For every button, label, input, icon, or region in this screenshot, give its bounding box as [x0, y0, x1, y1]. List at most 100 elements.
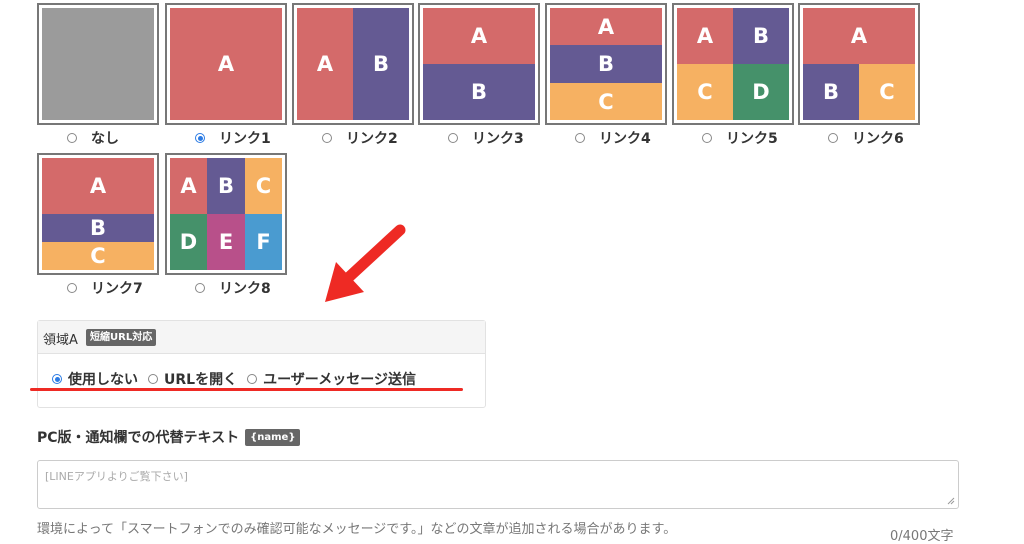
layout-option-none[interactable]: なし: [37, 130, 167, 147]
red-arrow-icon: [325, 224, 406, 302]
radio-icon[interactable]: [195, 283, 205, 293]
layout-thumb-link8[interactable]: A B C D E F: [165, 153, 287, 275]
cell-a: A: [677, 8, 733, 64]
cell-a: A: [423, 8, 535, 64]
layout-tile-link5[interactable]: A B C D リンク5: [672, 3, 794, 147]
layout-preview: A B C: [42, 158, 154, 270]
alt-text-textarea[interactable]: [LINEアプリよりご覧下さい]: [37, 460, 959, 509]
short-url-badge: 短縮URL対応: [86, 329, 157, 346]
cell-b: B: [353, 8, 409, 120]
cell-b: B: [42, 214, 154, 242]
radio-icon[interactable]: [52, 374, 62, 384]
cell-a: A: [170, 8, 282, 120]
layout-option-link6[interactable]: リンク6: [798, 130, 928, 147]
cell-e: E: [207, 214, 245, 270]
layout-label: リンク4: [599, 131, 651, 147]
layout-thumb-link3[interactable]: A B: [418, 3, 540, 125]
layout-option-link3[interactable]: リンク3: [418, 130, 548, 147]
layout-preview: A B C: [550, 8, 662, 120]
radio-icon[interactable]: [67, 283, 77, 293]
layout-thumb-none[interactable]: [37, 3, 159, 125]
layout-option-link4[interactable]: リンク4: [545, 130, 675, 147]
layout-option-link8[interactable]: リンク8: [165, 280, 295, 297]
radio-icon[interactable]: [247, 374, 258, 384]
cell-a: A: [550, 8, 662, 45]
region-a-panel: 領域A 短縮URL対応 使用しない URLを開く ユーザーメッセージ送信: [37, 320, 486, 408]
layout-option-link5[interactable]: リンク5: [672, 130, 802, 147]
layout-tile-none[interactable]: なし: [37, 3, 159, 147]
layout-tile-link1[interactable]: A リンク1: [165, 3, 287, 147]
layout-thumb-link7[interactable]: A B C: [37, 153, 159, 275]
radio-icon[interactable]: [148, 374, 158, 384]
layout-preview: A B: [297, 8, 409, 120]
cell-c: C: [42, 242, 154, 270]
option-no-use[interactable]: 使用しない: [52, 369, 138, 389]
layout-label: リンク6: [852, 131, 904, 147]
layout-preview: A B: [423, 8, 535, 120]
cell-d: D: [733, 64, 789, 120]
cell-b: B: [550, 45, 662, 83]
layout-preview: A B C D: [677, 8, 789, 120]
layout-thumb-link1[interactable]: A: [165, 3, 287, 125]
layout-label: リンク8: [219, 281, 271, 297]
radio-icon[interactable]: [322, 133, 332, 143]
region-a-title: 領域A: [43, 333, 78, 348]
empty-cell: [42, 8, 154, 120]
cell-c: C: [677, 64, 733, 120]
option-label: URLを開く: [164, 372, 238, 388]
layout-label: リンク3: [472, 131, 524, 147]
region-a-header: 領域A 短縮URL対応: [38, 321, 485, 354]
radio-icon[interactable]: [67, 133, 77, 143]
cell-f: F: [245, 214, 282, 270]
layout-option-link2[interactable]: リンク2: [292, 130, 422, 147]
layout-thumb-link4[interactable]: A B C: [545, 3, 667, 125]
region-a-action-options: 使用しない URLを開く ユーザーメッセージ送信: [52, 369, 426, 389]
cell-c: C: [550, 83, 662, 120]
layout-label: なし: [91, 131, 119, 147]
layout-tile-link4[interactable]: A B C リンク4: [545, 3, 667, 147]
layout-tile-link3[interactable]: A B リンク3: [418, 3, 540, 147]
alt-text-heading: PC版・通知欄での代替テキスト {name}: [37, 427, 301, 447]
char-counter: 0/400文字: [890, 529, 954, 544]
cell-b: B: [423, 64, 535, 120]
layout-label: リンク2: [346, 131, 398, 147]
option-send-user-message[interactable]: ユーザーメッセージ送信: [247, 369, 416, 389]
radio-icon[interactable]: [195, 133, 205, 143]
alt-text-title: PC版・通知欄での代替テキスト: [37, 430, 240, 446]
layout-thumb-link2[interactable]: A B: [292, 3, 414, 125]
layout-tile-link7[interactable]: A B C リンク7: [37, 153, 159, 297]
cell-c: C: [245, 158, 282, 214]
layout-label: リンク7: [91, 281, 143, 297]
cell-b: B: [803, 64, 859, 120]
cell-d: D: [170, 214, 207, 270]
name-badge: {name}: [245, 428, 301, 446]
layout-thumb-link5[interactable]: A B C D: [672, 3, 794, 125]
cell-c: C: [859, 64, 915, 120]
layout-option-link7[interactable]: リンク7: [37, 280, 167, 297]
layout-thumb-link6[interactable]: A B C: [798, 3, 920, 125]
layout-preview: A B C D E F: [170, 158, 282, 270]
textarea-placeholder: [LINEアプリよりご覧下さい]: [45, 470, 188, 483]
radio-icon[interactable]: [448, 133, 458, 143]
cell-a: A: [297, 8, 353, 120]
layout-preview: A: [170, 8, 282, 120]
layout-preview: [42, 8, 154, 120]
layout-tile-link8[interactable]: A B C D E F リンク8: [165, 153, 287, 297]
alt-text-note: 環境によって「スマートフォンでのみ確認可能なメッセージです。」などの文章が追加さ…: [37, 522, 677, 537]
radio-icon[interactable]: [575, 133, 585, 143]
layout-label: リンク5: [726, 131, 778, 147]
layout-tile-link6[interactable]: A B C リンク6: [798, 3, 920, 147]
option-open-url[interactable]: URLを開く: [148, 369, 237, 389]
cell-b: B: [733, 8, 789, 64]
resize-handle-icon[interactable]: [947, 497, 955, 505]
radio-icon[interactable]: [702, 133, 712, 143]
cell-a: A: [42, 158, 154, 214]
option-label: ユーザーメッセージ送信: [263, 372, 416, 388]
cell-a: A: [803, 8, 915, 64]
layout-label: リンク1: [219, 131, 271, 147]
layout-preview: A B C: [803, 8, 915, 120]
layout-tile-link2[interactable]: A B リンク2: [292, 3, 414, 147]
option-label: 使用しない: [68, 372, 138, 388]
radio-icon[interactable]: [828, 133, 838, 143]
layout-option-link1[interactable]: リンク1: [165, 130, 295, 147]
